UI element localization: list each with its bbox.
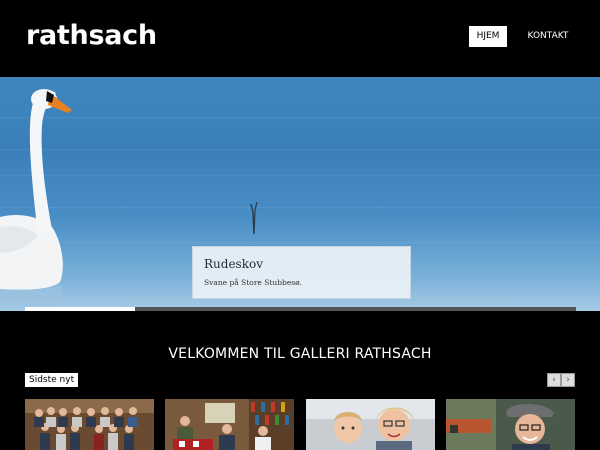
site-logo[interactable]: rathsach	[26, 20, 157, 51]
latest-news-label: Sidste nyt	[25, 373, 79, 387]
slide-progress-fill	[25, 307, 136, 311]
library-event-image	[165, 399, 294, 450]
news-thumbnail-group-photo[interactable]	[25, 399, 154, 450]
reed-image	[250, 202, 258, 234]
welcome-title: VELKOMMEN TIL GALLERI RATHSACH	[168, 346, 432, 362]
slide-progress-bar	[25, 307, 576, 311]
family-portrait-image	[306, 399, 435, 450]
man-portrait-image	[446, 399, 575, 450]
news-thumbnail-family-portrait[interactable]	[306, 399, 435, 450]
caption-title: Rudeskov	[204, 257, 263, 271]
next-arrow-button[interactable]: ›	[561, 373, 575, 387]
caption-text: Svane på Store Stubbesø.	[204, 278, 302, 287]
nav-item-hjem[interactable]: HJEM	[469, 26, 507, 47]
site-header: rathsach HJEM KONTAKT	[0, 0, 600, 77]
news-thumbnail-man-portrait[interactable]	[446, 399, 575, 450]
news-thumbnail-library-event[interactable]	[165, 399, 294, 450]
nav-item-kontakt[interactable]: KONTAKT	[517, 26, 579, 47]
group-photo-image	[25, 399, 154, 450]
prev-arrow-button[interactable]: ‹	[547, 373, 561, 387]
swan-image	[0, 89, 72, 307]
slide-caption: Rudeskov Svane på Store Stubbesø.	[192, 246, 411, 299]
